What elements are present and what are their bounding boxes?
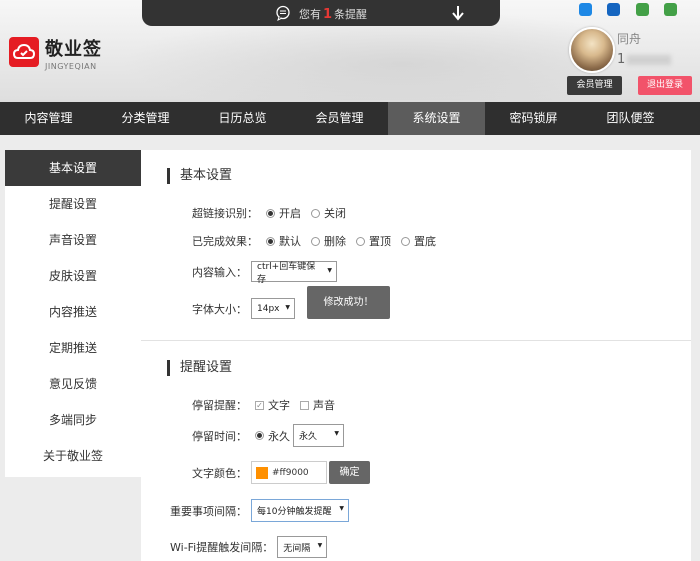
avatar[interactable]	[569, 27, 615, 73]
color-swatch[interactable]	[256, 466, 268, 479]
brand-subtitle: JINGYEQIAN	[45, 62, 97, 71]
download-arrow-icon[interactable]	[452, 5, 464, 24]
user-phone-prefix: 1	[617, 52, 626, 67]
sidebar-item-remind[interactable]: 提醒设置	[5, 186, 141, 222]
stay-time-label: 停留时间：	[192, 429, 247, 443]
sidebar-item-sound[interactable]: 声音设置	[5, 222, 141, 258]
stay-time-radio-label: 永久	[268, 429, 290, 443]
done-bottom-radio[interactable]	[401, 236, 410, 246]
font-size-row: 字体大小： 14px	[192, 298, 295, 319]
nav-item-settings[interactable]: 系统设置	[388, 102, 485, 135]
link-on-label: 开启	[279, 207, 301, 220]
done-default-label: 默认	[279, 235, 301, 248]
basic-settings-title: 基本设置	[167, 168, 232, 184]
stay-time-row: 停留时间： 永久 永久	[192, 424, 344, 447]
link-off-label: 关闭	[324, 207, 346, 220]
sidebar-item-feedback[interactable]: 意见反馈	[5, 366, 141, 402]
important-interval-label: 重要事项间隔：	[170, 504, 247, 518]
stay-time-select[interactable]: 永久	[293, 424, 344, 447]
sidebar-item-skin[interactable]: 皮肤设置	[5, 258, 141, 294]
sidebar: 基本设置 提醒设置 声音设置 皮肤设置 内容推送 定期推送 意见反馈 多端同步 …	[5, 150, 141, 477]
text-color-value: #ff9000	[272, 467, 309, 478]
stay-remind-row: 停留提醒： ✓ 文字 声音	[192, 397, 341, 413]
content-input-select[interactable]: ctrl+回车键保存	[251, 261, 337, 285]
stay-text-label: 文字	[268, 399, 290, 412]
font-size-value: 14px	[257, 303, 280, 314]
logout-button[interactable]: 退出登录	[638, 76, 692, 95]
sidebar-item-push[interactable]: 内容推送	[5, 294, 141, 330]
logo-icon[interactable]	[9, 37, 39, 67]
stay-time-value: 永久	[299, 432, 318, 442]
done-top-label: 置顶	[369, 235, 391, 248]
content-input-label: 内容输入：	[192, 265, 247, 279]
wifi-interval-row: Wi-Fi提醒触发间隔： 无间隔	[170, 536, 328, 558]
done-effect-label: 已完成效果：	[192, 235, 258, 248]
sidebar-item-basic[interactable]: 基本设置	[5, 150, 141, 186]
user-phone-masked	[627, 54, 672, 65]
notification-suffix: 条提醒	[334, 8, 368, 21]
android-icon[interactable]	[664, 3, 677, 16]
nav-item-calendar[interactable]: 日历总览	[194, 102, 291, 135]
done-delete-label: 删除	[324, 235, 346, 248]
link-off-radio[interactable]	[311, 208, 320, 218]
content-input-row: 内容输入： ctrl+回车键保存	[192, 261, 337, 285]
android-icon[interactable]	[636, 3, 649, 16]
stay-time-radio[interactable]	[255, 431, 264, 440]
wifi-interval-select[interactable]: 无间隔	[277, 536, 328, 558]
windows-icon[interactable]	[607, 3, 620, 16]
sidebar-item-scheduled-push[interactable]: 定期推送	[5, 330, 141, 366]
user-phone: 1	[617, 52, 672, 67]
notification-count: 1	[323, 7, 333, 22]
done-top-radio[interactable]	[356, 236, 365, 246]
notification-bar[interactable]: 您有 1 条提醒	[142, 0, 500, 26]
font-size-select[interactable]: 14px	[251, 298, 295, 319]
message-icon	[275, 5, 291, 24]
brand-name: 敬业签	[45, 39, 102, 60]
link-detect-label: 超链接识别：	[192, 207, 258, 220]
section-divider	[141, 340, 691, 341]
sidebar-item-sync[interactable]: 多端同步	[5, 402, 141, 438]
wifi-interval-label: Wi-Fi提醒触发间隔：	[170, 541, 274, 554]
text-color-label: 文字颜色：	[192, 466, 247, 480]
ie-icon[interactable]	[579, 3, 592, 16]
text-color-input[interactable]: #ff9000	[251, 461, 327, 484]
important-interval-select[interactable]: 每10分钟触发提醒	[251, 499, 349, 522]
stay-sound-checkbox[interactable]	[300, 400, 309, 410]
important-interval-value: 每10分钟触发提醒	[257, 507, 332, 517]
important-interval-row: 重要事项间隔： 每10分钟触发提醒	[170, 499, 349, 522]
settings-panel: 基本设置 超链接识别： 开启 关闭 已完成效果： 默认 删除 置顶 置底 内容输…	[141, 150, 691, 561]
color-confirm-button[interactable]: 确定	[329, 461, 370, 484]
nav-item-member[interactable]: 会员管理	[291, 102, 388, 135]
main-nav: 内容管理 分类管理 日历总览 会员管理 系统设置 密码锁屏 团队便签	[0, 102, 700, 135]
member-management-button[interactable]: 会员管理	[567, 76, 622, 95]
link-detect-row: 超链接识别： 开启 关闭	[192, 205, 352, 221]
stay-remind-label: 停留提醒：	[192, 399, 247, 412]
text-color-row: 文字颜色： #ff9000 确定	[192, 461, 370, 484]
remind-settings-title: 提醒设置	[167, 360, 232, 376]
notification-text: 您有 1 条提醒	[299, 6, 367, 22]
done-bottom-label: 置底	[414, 235, 436, 248]
wifi-interval-value: 无间隔	[283, 543, 311, 554]
nav-item-content[interactable]: 内容管理	[0, 102, 97, 135]
nav-item-category[interactable]: 分类管理	[97, 102, 194, 135]
nav-item-lock[interactable]: 密码锁屏	[485, 102, 582, 135]
stay-sound-label: 声音	[313, 399, 335, 412]
done-delete-radio[interactable]	[311, 236, 320, 246]
done-default-radio[interactable]	[266, 236, 275, 246]
stay-text-checkbox[interactable]: ✓	[255, 400, 264, 410]
content-input-value: ctrl+回车键保存	[257, 261, 316, 285]
notification-prefix: 您有	[299, 8, 321, 21]
brand: 敬业签 JINGYEQIAN	[45, 35, 102, 71]
done-effect-row: 已完成效果： 默认 删除 置顶 置底	[192, 233, 442, 249]
nav-item-team[interactable]: 团队便签	[582, 102, 679, 135]
save-success-toast: 修改成功！	[307, 286, 390, 319]
user-name: 同舟	[617, 32, 642, 46]
link-on-radio[interactable]	[266, 208, 275, 218]
sidebar-item-about[interactable]: 关于敬业签	[5, 438, 141, 474]
font-size-label: 字体大小：	[192, 302, 247, 316]
